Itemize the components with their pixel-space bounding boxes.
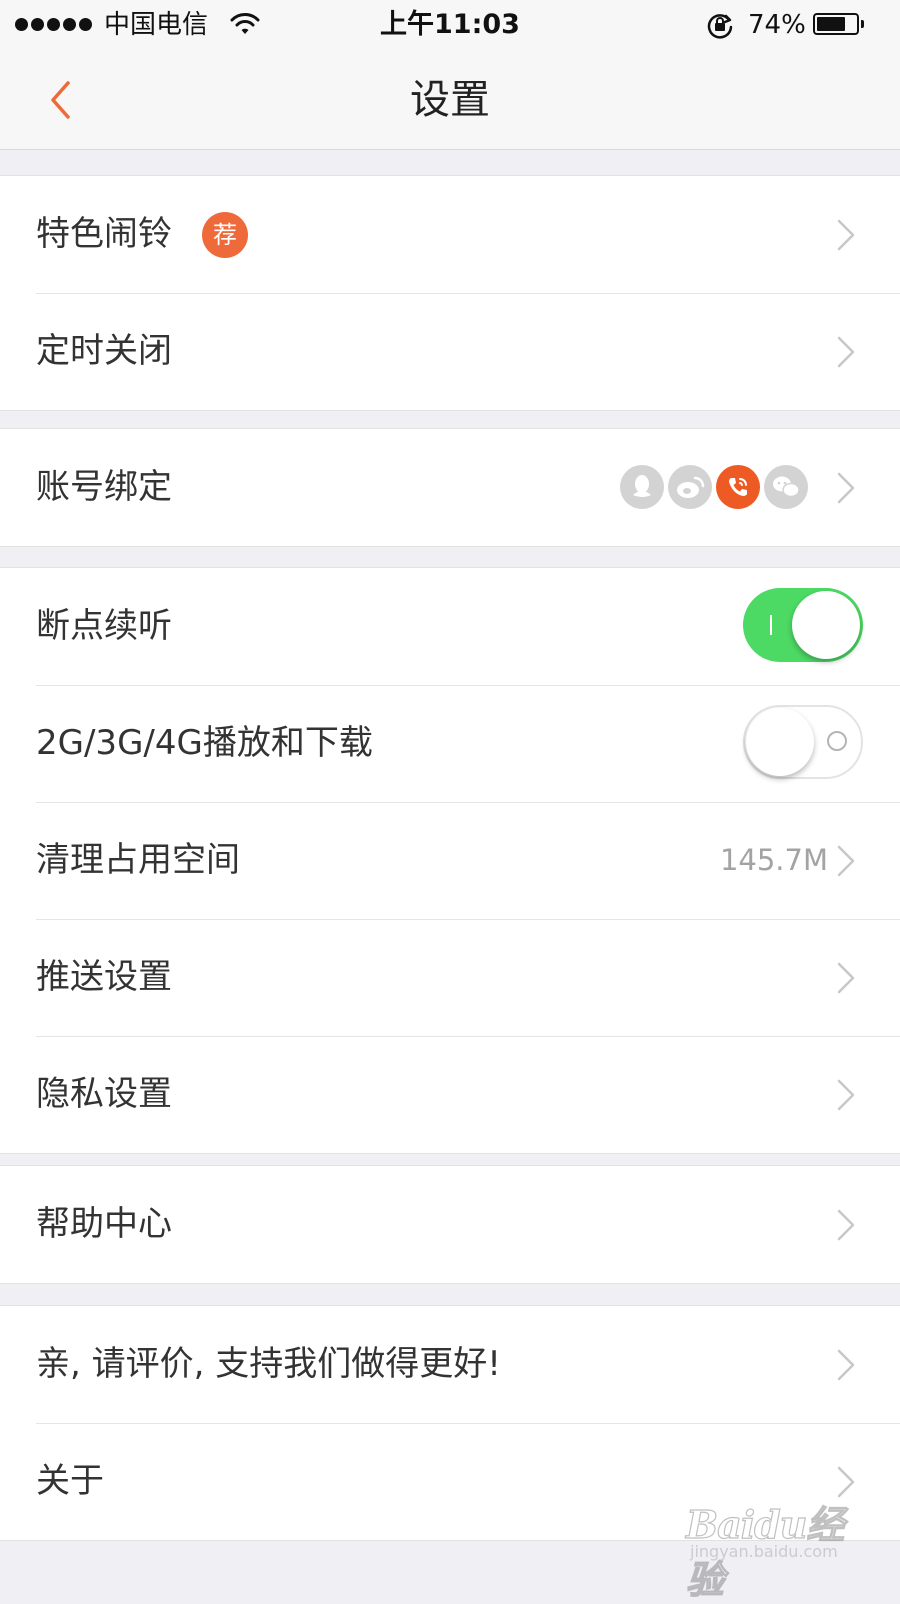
row-rate-app[interactable]: 亲, 请评价, 支持我们做得更好! — [0, 1306, 900, 1423]
row-label: 断点续听 — [36, 606, 172, 646]
row-label: 帮助中心 — [36, 1204, 172, 1244]
chevron-right-icon — [837, 845, 855, 877]
storage-size-value: 145.7M — [719, 843, 828, 877]
nav-bar: 设置 — [0, 50, 900, 150]
settings-group-playback: 断点续听 2G/3G/4G播放和下载 清理占用空间 145.7M 推送设置 隐私… — [0, 567, 900, 1154]
status-bar: 中国电信 上午11:03 74% — [0, 0, 900, 50]
switch-knob — [746, 708, 814, 776]
row-cellular-download: 2G/3G/4G播放和下载 — [0, 685, 900, 802]
row-label: 亲, 请评价, 支持我们做得更好! — [36, 1344, 501, 1384]
switch-knob — [792, 591, 860, 659]
chevron-right-icon — [837, 336, 855, 368]
chevron-right-icon — [837, 1209, 855, 1241]
back-button[interactable] — [38, 72, 82, 128]
switch-off-mark — [827, 731, 847, 751]
wechat-icon — [764, 465, 808, 509]
resume-playback-toggle[interactable] — [743, 588, 863, 662]
cellular-download-toggle[interactable] — [743, 705, 863, 779]
row-resume-playback: 断点续听 — [0, 568, 900, 685]
row-timer-close[interactable]: 定时关闭 — [0, 293, 900, 410]
chevron-right-icon — [837, 219, 855, 251]
row-clear-storage[interactable]: 清理占用空间 145.7M — [0, 802, 900, 919]
watermark-url: jingyan.baidu.com — [690, 1542, 838, 1561]
chevron-right-icon — [837, 1079, 855, 1111]
row-label: 清理占用空间 — [36, 840, 240, 880]
chevron-right-icon — [837, 472, 855, 504]
row-privacy-settings[interactable]: 隐私设置 — [0, 1036, 900, 1153]
phone-icon — [716, 465, 760, 509]
row-label: 隐私设置 — [36, 1074, 172, 1114]
chevron-right-icon — [837, 1349, 855, 1381]
row-label: 关于 — [36, 1461, 104, 1501]
recommend-badge: 荐 — [202, 212, 248, 258]
row-account-binding[interactable]: 账号绑定 — [0, 429, 900, 546]
row-help-center[interactable]: 帮助中心 — [0, 1166, 900, 1283]
row-label: 2G/3G/4G播放和下载 — [36, 723, 373, 763]
qq-icon — [620, 465, 664, 509]
row-special-alarm[interactable]: 特色闹铃 荐 — [0, 176, 900, 293]
switch-on-mark — [770, 615, 772, 635]
row-label: 账号绑定 — [36, 467, 172, 507]
row-label: 推送设置 — [36, 957, 172, 997]
chevron-right-icon — [837, 962, 855, 994]
battery-cap — [861, 20, 864, 28]
page-title: 设置 — [410, 77, 490, 123]
settings-group-account: 账号绑定 — [0, 428, 900, 547]
row-label: 定时关闭 — [36, 331, 172, 371]
baidu-watermark: Baidu经验 jingyan.baidu.com — [685, 1492, 876, 1602]
row-label: 特色闹铃 — [36, 214, 172, 254]
settings-group-alarm: 特色闹铃 荐 定时关闭 — [0, 175, 900, 411]
row-push-settings[interactable]: 推送设置 — [0, 919, 900, 1036]
settings-group-help: 帮助中心 — [0, 1165, 900, 1284]
rotation-lock-icon — [706, 11, 734, 43]
battery-icon — [813, 13, 859, 35]
chevron-left-icon — [51, 81, 70, 119]
weibo-icon — [668, 465, 712, 509]
battery-percent: 74% — [748, 10, 806, 40]
account-icons — [620, 465, 808, 509]
